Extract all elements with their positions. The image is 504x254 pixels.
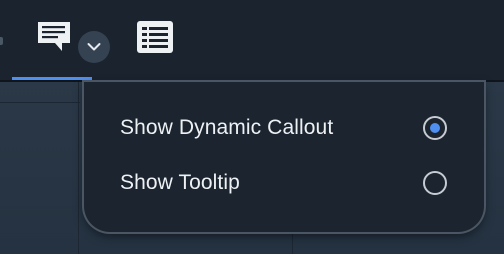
callout-icon xyxy=(36,20,84,54)
callout-options-menu: Show Dynamic Callout Show Tooltip xyxy=(84,82,484,232)
grid-line xyxy=(0,102,80,103)
menu-item-label: Show Dynamic Callout xyxy=(120,116,334,139)
toolbar-edge-handle xyxy=(0,37,3,45)
callout-options-toggle[interactable] xyxy=(78,31,110,63)
list-icon xyxy=(137,21,173,53)
toolbar xyxy=(0,0,504,82)
list-view-button[interactable] xyxy=(130,14,180,62)
menu-item-label: Show Tooltip xyxy=(120,171,240,194)
grid-line xyxy=(78,82,79,254)
chevron-down-icon xyxy=(87,43,101,51)
radio-button-selected[interactable] xyxy=(423,116,447,140)
radio-button-unselected[interactable] xyxy=(423,171,447,195)
menu-item-show-dynamic-callout[interactable]: Show Dynamic Callout xyxy=(84,105,484,155)
menu-item-show-tooltip[interactable]: Show Tooltip xyxy=(84,160,484,210)
